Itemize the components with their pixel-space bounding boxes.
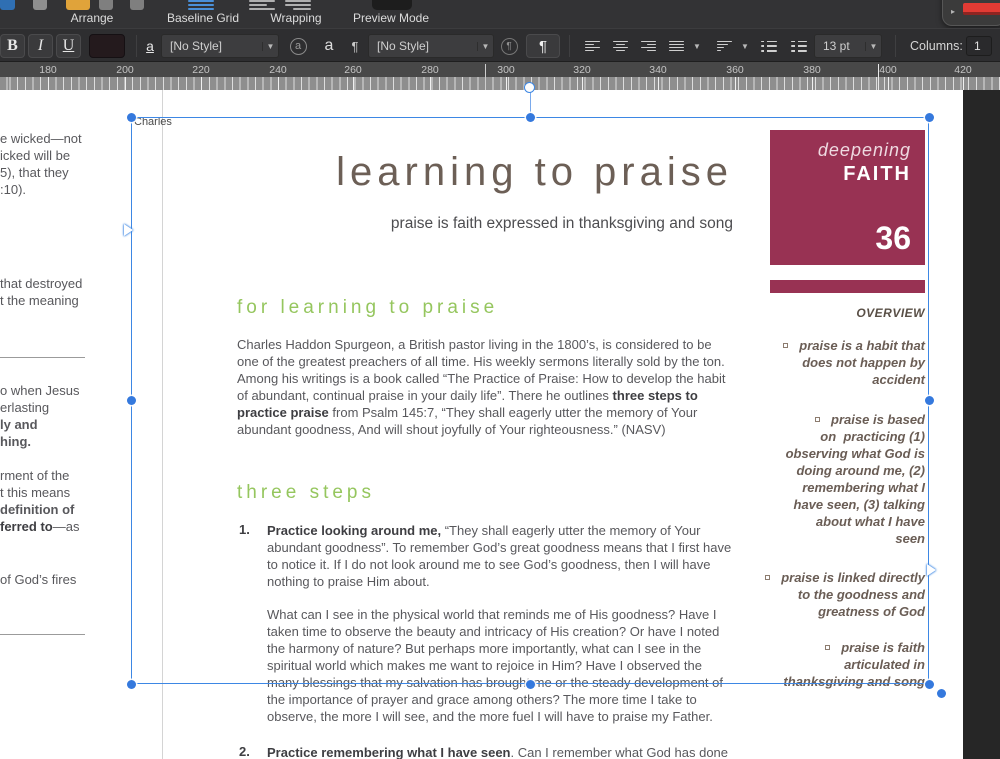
corner-radius-handle[interactable] (937, 689, 946, 698)
resize-handle-bottom-left[interactable] (127, 680, 136, 689)
square-bullet-icon (783, 343, 789, 349)
tool-icon[interactable] (99, 0, 113, 10)
character-style-value: [No Style] (170, 39, 223, 53)
top-toolbar: Arrange Baseline Grid Wrapping Preview M… (0, 0, 1000, 28)
section-heading-for-learning[interactable]: for learning to praise (237, 297, 498, 319)
red-swatch-icon[interactable] (963, 3, 1000, 15)
align-center-button[interactable] (608, 34, 633, 58)
square-bullet-icon (815, 417, 821, 423)
overview-bullet-4[interactable]: praise is faith articulated in thanksgiv… (750, 640, 925, 691)
overview-bullet-1[interactable]: praise is a habit that does not happen b… (750, 338, 925, 389)
style-circled-a-icon[interactable]: a (284, 34, 312, 58)
toolbar-group-label: Arrange (70, 11, 114, 25)
overview-bullet-3[interactable]: praise is linked directly to the goodnes… (750, 570, 925, 621)
text-flow-out-icon[interactable] (927, 564, 936, 576)
wrap-none-icon[interactable] (285, 0, 311, 10)
resize-handle-bottom-center[interactable] (526, 680, 535, 689)
baseline-grid-icon[interactable] (188, 0, 214, 10)
list-item-1-paragraph-2[interactable]: What can I see in the physical world tha… (267, 606, 733, 725)
floating-panel-corner: ▸ (942, 0, 1000, 26)
font-size-value: 13 pt (823, 39, 850, 53)
resize-handle-mid-left[interactable] (127, 396, 136, 405)
text-frame-label: Charles (134, 116, 172, 128)
chevron-down-icon[interactable]: ▼ (262, 41, 278, 51)
rotation-handle[interactable] (524, 82, 535, 93)
pasteboard (963, 90, 1000, 759)
justify-button[interactable] (664, 34, 689, 58)
bold-button[interactable]: B (0, 34, 25, 58)
context-toolbar: B I U a [No Style] ▼ a a ¶ [No Style] ▼ … (0, 28, 1000, 62)
list-number: 2. (239, 744, 250, 759)
toolbar-group-label: Preview Mode (352, 11, 430, 25)
typography-a-icon[interactable]: a (316, 34, 342, 58)
paragraph-style-dropdown[interactable]: [No Style] ▼ (368, 34, 494, 58)
tool-icon[interactable] (33, 0, 47, 10)
badge-issue-number: 36 (875, 220, 911, 256)
accent-bar (770, 280, 925, 293)
section-heading-three-steps[interactable]: three steps (237, 482, 375, 504)
chevron-down-icon[interactable]: ▼ (865, 41, 881, 51)
numbered-list-button[interactable] (786, 34, 812, 58)
tool-icon[interactable] (130, 0, 144, 10)
columns-input[interactable]: 1 (966, 36, 992, 56)
separator (136, 35, 137, 57)
align-right-button[interactable] (636, 34, 661, 58)
toolbar-group-label: Baseline Grid (166, 11, 240, 25)
panel-expand-icon[interactable]: ▸ (951, 7, 955, 16)
square-bullet-icon (765, 575, 771, 581)
overview-heading[interactable]: OVERVIEW (770, 306, 925, 320)
preview-mode-button[interactable] (372, 0, 412, 10)
article-subtitle[interactable]: praise is faith expressed in thanksgivin… (237, 215, 733, 233)
pilcrow-small-icon: ¶ (351, 38, 359, 54)
vertical-align-chevron-icon[interactable]: ▼ (738, 34, 752, 58)
paragraph-style-value: [No Style] (377, 39, 430, 53)
list-item-2[interactable]: Practice remembering what I have seen. C… (267, 744, 733, 759)
resize-handle-bottom-right[interactable] (925, 680, 934, 689)
document-canvas[interactable]: e wicked—not icked will be 5), that they… (0, 82, 1000, 759)
text-flow-in-icon[interactable] (124, 224, 133, 236)
style-circled-pilcrow-icon[interactable]: ¶ (496, 34, 522, 58)
chevron-down-icon[interactable]: ▼ (477, 41, 493, 51)
page-spine-guide (162, 90, 163, 759)
ruler-tick-band (0, 77, 1000, 90)
underline-button[interactable]: U (56, 34, 81, 58)
resize-handle-top-right[interactable] (925, 113, 934, 122)
divider (0, 634, 85, 635)
separator (569, 35, 570, 57)
bullet-list-button[interactable] (756, 34, 782, 58)
align-left-button[interactable] (580, 34, 605, 58)
resize-handle-top-left[interactable] (127, 113, 136, 122)
overview-bullet-2[interactable]: praise is based on practicing (1) observ… (750, 412, 925, 548)
square-bullet-icon (825, 645, 831, 651)
intro-paragraph[interactable]: Charles Haddon Spurgeon, a British pasto… (237, 336, 734, 438)
separator (895, 35, 896, 57)
show-special-characters-button[interactable]: ¶ (526, 34, 560, 58)
character-style-icon: a (146, 38, 154, 54)
list-item-1[interactable]: Practice looking around me, “They shall … (267, 522, 733, 590)
resize-handle-top-center[interactable] (526, 113, 535, 122)
wrap-outside-icon[interactable] (249, 0, 275, 10)
affinity-publisher-window: Arrange Baseline Grid Wrapping Preview M… (0, 0, 1000, 759)
horizontal-ruler[interactable]: 180 200 220 240 260 280 300 320 340 360 … (0, 62, 1000, 90)
columns-label: Columns: (910, 39, 963, 53)
vertical-align-button[interactable] (712, 34, 737, 58)
toolbar-group-label: Wrapping (270, 11, 322, 25)
app-icon[interactable] (0, 0, 15, 10)
justify-options-chevron-icon[interactable]: ▼ (690, 34, 704, 58)
article-title[interactable]: learning to praise (237, 150, 733, 195)
text-color-swatch[interactable] (89, 34, 125, 58)
color-tool-icon[interactable] (66, 0, 90, 10)
deepening-faith-badge[interactable]: deepening FAITH 36 (770, 130, 925, 265)
resize-handle-mid-right[interactable] (925, 396, 934, 405)
badge-series-name: deepening (817, 140, 911, 160)
font-size-dropdown[interactable]: 13 pt ▼ (814, 34, 882, 58)
list-number: 1. (239, 522, 250, 537)
italic-button[interactable]: I (28, 34, 53, 58)
ruler-cursor-indicator (878, 64, 879, 90)
badge-series-title: FAITH (843, 163, 911, 185)
divider (0, 357, 85, 358)
character-style-dropdown[interactable]: [No Style] ▼ (161, 34, 279, 58)
